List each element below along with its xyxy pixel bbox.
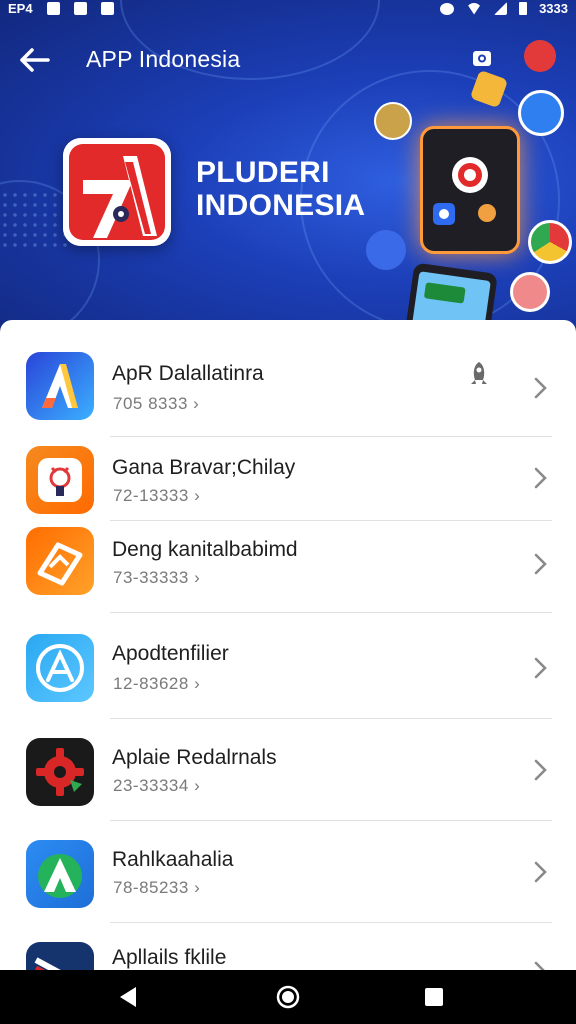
app-logo-icon [38,854,82,898]
system-nav-bar [0,970,576,1024]
app-meta-text: 705 8333 [113,394,188,413]
list-item[interactable]: Apodtenfilier 12-83628 › [0,612,576,719]
hero-banner: EP4 3333 APP Indonesia PLUDERI INDONESIA [0,0,576,330]
app-icon [26,352,94,420]
app-meta: 73-33333 › [113,568,201,587]
promo-line-2: INDONESIA [196,189,366,222]
app-name: Apllails fklile [112,946,227,969]
floating-app-icon [524,40,556,72]
notification-icon [46,2,60,15]
app-name: Rahlkaahalia [112,848,234,871]
chevron-right-icon [534,553,547,575]
phone-screen-icon [433,157,496,225]
floating-app-icon [366,230,406,270]
app-meta: 705 8333 › [113,394,200,413]
notification-icon [100,2,114,15]
app-meta: 12-83628 › [113,674,201,693]
page-title: APP Indonesia [86,46,241,72]
status-bar: EP4 3333 [0,0,576,18]
floating-app-icon [518,90,564,136]
chevron-right-icon [534,759,547,781]
app-logo-icon [34,957,61,970]
phone-illustration [420,126,520,254]
nav-recents-icon[interactable] [421,984,447,1010]
app-meta: 23-33334 › [113,776,201,795]
promo-headline: PLUDERI INDONESIA [196,156,365,222]
chevron-right-icon [534,467,547,489]
app-meta-text: 78-85233 [113,878,189,897]
app-meta-text: 23-33334 [113,776,189,795]
app-name: Aplaie Redalrnals [112,746,277,769]
promo-line-1: PLUDERI [196,156,330,189]
app-icon [26,840,94,908]
app-icon [26,942,94,970]
app-icon [26,634,94,702]
app-icon [26,527,94,595]
decor-dots [0,190,70,250]
chevron-right-icon [534,861,547,883]
rocket-icon [471,362,487,384]
promo-logo-icon [63,138,171,246]
chevron-right-icon [534,961,545,970]
app-logo-icon [36,748,84,796]
app-meta-text: 72-13333 [113,486,189,505]
signal-icon [494,2,508,15]
list-item[interactable]: Deng kanitalbabimd 73-33333 › [0,520,576,613]
status-time: 3333 [539,1,568,16]
camera-button[interactable] [470,46,494,70]
wifi-icon [466,2,483,15]
chevron-right-icon [534,377,547,399]
status-left-text: EP4 [8,1,33,16]
list-item[interactable]: Aplaie Redalrnals 23-33334 › [0,718,576,821]
promo-app-logo [63,138,171,246]
notification-icon [73,2,87,15]
floating-app-icon [528,220,572,264]
app-meta: 78-85233 › [113,878,201,897]
app-meta-text: 12-83628 [113,674,189,693]
bluetooth-icon [440,2,455,15]
floating-app-icon [510,272,550,312]
chevron-right-icon [534,657,547,679]
battery-icon [519,2,528,15]
app-icon [26,446,94,514]
app-icon [26,738,94,806]
app-logo-icon [36,644,84,692]
app-logo-icon [38,458,82,502]
nav-home-icon[interactable] [275,984,301,1010]
list-item[interactable]: ApR Dalallatinra 705 8333 › [0,320,576,437]
list-item[interactable]: Apllails fklile [0,922,576,970]
floating-app-icon [374,102,412,140]
camera-icon [473,51,491,66]
app-name: Apodtenfilier [112,642,229,665]
app-name: Gana Bravar;Chilay [112,456,296,479]
app-logo-icon [42,364,78,408]
list-item[interactable]: Rahlkaahalia 78-85233 › [0,820,576,923]
arrow-left-icon [20,48,50,72]
nav-back-icon[interactable] [116,984,142,1010]
app-meta-text: 73-33333 [113,568,189,587]
back-button[interactable] [14,40,54,80]
app-name: ApR Dalallatinra [112,362,264,385]
list-item[interactable]: Gana Bravar;Chilay 72-13333 › [0,436,576,521]
app-list: ApR Dalallatinra 705 8333 › Gana Bravar;… [0,320,576,970]
app-name: Deng kanitalbabimd [112,538,298,561]
app-logo-icon [37,542,83,586]
app-meta: 72-13333 › [113,486,201,505]
